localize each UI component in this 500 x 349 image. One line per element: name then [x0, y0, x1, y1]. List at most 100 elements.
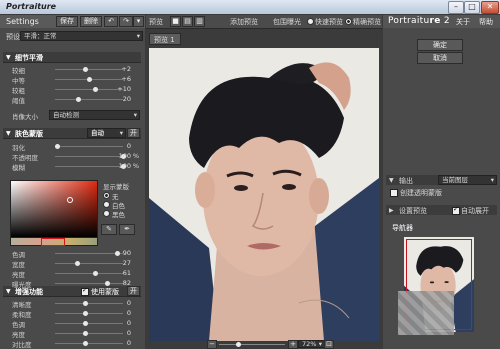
skin-slider-row: 模糊 100%: [3, 161, 141, 172]
skin-slider-label: 模糊: [12, 164, 25, 172]
color-slider-value: 82: [122, 279, 131, 287]
skin-slider-knob[interactable]: [55, 144, 60, 149]
eyedropper-button[interactable]: ✎: [101, 224, 117, 235]
add-preview-button[interactable]: 添加预览: [230, 17, 258, 27]
precise-preview-label: 精确预览: [353, 18, 381, 26]
enhance-slider-row: 对比度 0: [3, 338, 141, 349]
undo-button[interactable]: ↶: [104, 16, 118, 27]
color-picker-cursor[interactable]: [67, 197, 73, 203]
chevron-down-icon: ▾: [133, 111, 137, 119]
settings-preview-row: ▶ 设置预览 自动展开: [386, 205, 497, 215]
chevron-down-icon: ▾: [318, 340, 322, 348]
zoom-in-button[interactable]: +: [288, 340, 298, 349]
hue-strip[interactable]: [10, 237, 98, 246]
mask-black-radio[interactable]: [103, 210, 110, 217]
detail-slider-knob[interactable]: [83, 67, 88, 72]
cancel-button[interactable]: 取消: [417, 52, 463, 64]
enhance-slider-knob[interactable]: [83, 331, 88, 336]
eyedropper-plus-icon: ✒: [124, 225, 130, 233]
skin-slider-value: 100: [118, 162, 131, 170]
color-slider-label: 曝光度: [12, 281, 32, 289]
enhance-slider-row: 亮度 0: [3, 328, 141, 339]
enhance-slider-label: 对比度: [12, 341, 32, 349]
collapse-arrow-icon: ▼: [6, 288, 11, 295]
skin-mode-dropdown[interactable]: 自动 ▾: [87, 128, 126, 138]
color-slider-row: 亮度 61: [3, 268, 141, 279]
enhance-slider-row: 清晰度 0: [3, 298, 141, 309]
auto-expand-label: 自动展开: [461, 207, 489, 215]
enhance-slider-knob[interactable]: [83, 341, 88, 346]
zoom-slider[interactable]: [219, 344, 285, 345]
brand-logo: Portraiture 2: [388, 16, 450, 26]
single-view-button[interactable]: ■: [170, 16, 181, 27]
right-header: Portraiture 2 关于 帮助: [383, 15, 500, 28]
skin-reset-button[interactable]: 开: [127, 128, 140, 138]
output-row: ▼ 输出 当前图层 ▾: [386, 175, 497, 185]
detail-slider-knob[interactable]: [87, 77, 92, 82]
ok-button[interactable]: 确定: [417, 39, 463, 51]
about-button[interactable]: 关于: [456, 17, 470, 27]
hue-range-marker[interactable]: [41, 238, 65, 246]
color-slider-value: 90: [122, 249, 131, 257]
skin-slider-unit: %: [132, 162, 139, 170]
zoom-slider-knob[interactable]: [236, 342, 241, 347]
feature-size-dropdown[interactable]: 自动检测 ▾: [49, 110, 140, 120]
preview-toolbar: 预览 ■ ▤ ▥ 添加预览 包围曝光 快速预览 精确预览: [146, 15, 382, 29]
color-slider-row: 曝光度 82: [3, 278, 141, 289]
quick-preview-radio[interactable]: [307, 18, 314, 25]
eyedropper-plus-button[interactable]: ✒: [119, 224, 135, 235]
skin-section-header[interactable]: ▼ 肤色蒙版 自动 ▾ 开: [3, 128, 141, 139]
output-dropdown[interactable]: 当前图层 ▾: [438, 175, 497, 185]
precise-preview-radio[interactable]: [345, 18, 352, 25]
auto-expand-checkbox[interactable]: [452, 205, 460, 215]
delete-button[interactable]: 删除: [80, 16, 102, 27]
detail-slider-value: 20: [122, 95, 131, 103]
feature-size-label: 肖像大小: [12, 113, 38, 121]
use-mask-checkbox[interactable]: [81, 286, 89, 296]
mask-none-radio[interactable]: [103, 192, 110, 199]
show-mask-label: 显示蒙版: [103, 183, 129, 191]
enhance-slider-row: 色调 0: [3, 318, 141, 329]
output-value: 当前图层: [442, 176, 468, 184]
enhance-slider-row: 柔和度 0: [3, 308, 141, 319]
color-picker[interactable]: [10, 180, 98, 238]
preset-dropdown[interactable]: 平滑：正常 ▾: [20, 31, 143, 41]
fit-icon: ⊡: [326, 340, 332, 348]
side-view-button[interactable]: ▥: [194, 16, 205, 27]
detail-slider-row: 较粗 +10: [3, 84, 141, 95]
detail-slider-value: +2: [121, 65, 131, 73]
detail-section-header[interactable]: ▼ 细节平滑: [3, 52, 141, 63]
enhance-slider-knob[interactable]: [83, 321, 88, 326]
color-slider-knob[interactable]: [75, 261, 80, 266]
detail-slider-knob[interactable]: [93, 87, 98, 92]
preview-image[interactable]: [149, 48, 379, 341]
skin-slider-row: 羽化 0: [3, 141, 141, 152]
detail-slider-value: +10: [117, 85, 131, 93]
detail-slider-label: 阈值: [12, 97, 25, 105]
split-view-button[interactable]: ▤: [182, 16, 193, 27]
menu-button[interactable]: ▾: [133, 16, 144, 27]
detail-slider-knob[interactable]: [76, 97, 81, 102]
zoom-out-icon: −: [209, 340, 215, 348]
zoom-out-button[interactable]: −: [207, 340, 217, 349]
maximize-button[interactable]: □: [464, 1, 480, 14]
save-button[interactable]: 保存: [56, 16, 78, 27]
zoom-dropdown[interactable]: 72% ▾: [298, 340, 325, 348]
redo-button[interactable]: ↷: [119, 16, 133, 27]
title-bar: Portraiture – □ ✕: [0, 0, 500, 14]
transparent-mask-checkbox[interactable]: [390, 189, 398, 197]
color-slider-row: 宽度 27: [3, 258, 141, 269]
enhance-slider-value: 0: [126, 309, 131, 317]
enhance-slider-knob[interactable]: [83, 311, 88, 316]
enhance-slider-knob[interactable]: [83, 301, 88, 306]
preview-tab[interactable]: 预览 1: [149, 33, 181, 45]
help-button[interactable]: 帮助: [479, 17, 493, 27]
split-view-icon: ▤: [184, 17, 191, 25]
bracket-button[interactable]: 包围曝光: [273, 17, 301, 27]
close-button[interactable]: ✕: [481, 1, 499, 14]
preview-tab-label: 预览 1: [154, 36, 175, 44]
mask-white-radio[interactable]: [103, 201, 110, 208]
minimize-button[interactable]: –: [448, 1, 464, 14]
fit-button[interactable]: ⊡: [324, 340, 334, 349]
color-slider-knob[interactable]: [93, 271, 98, 276]
